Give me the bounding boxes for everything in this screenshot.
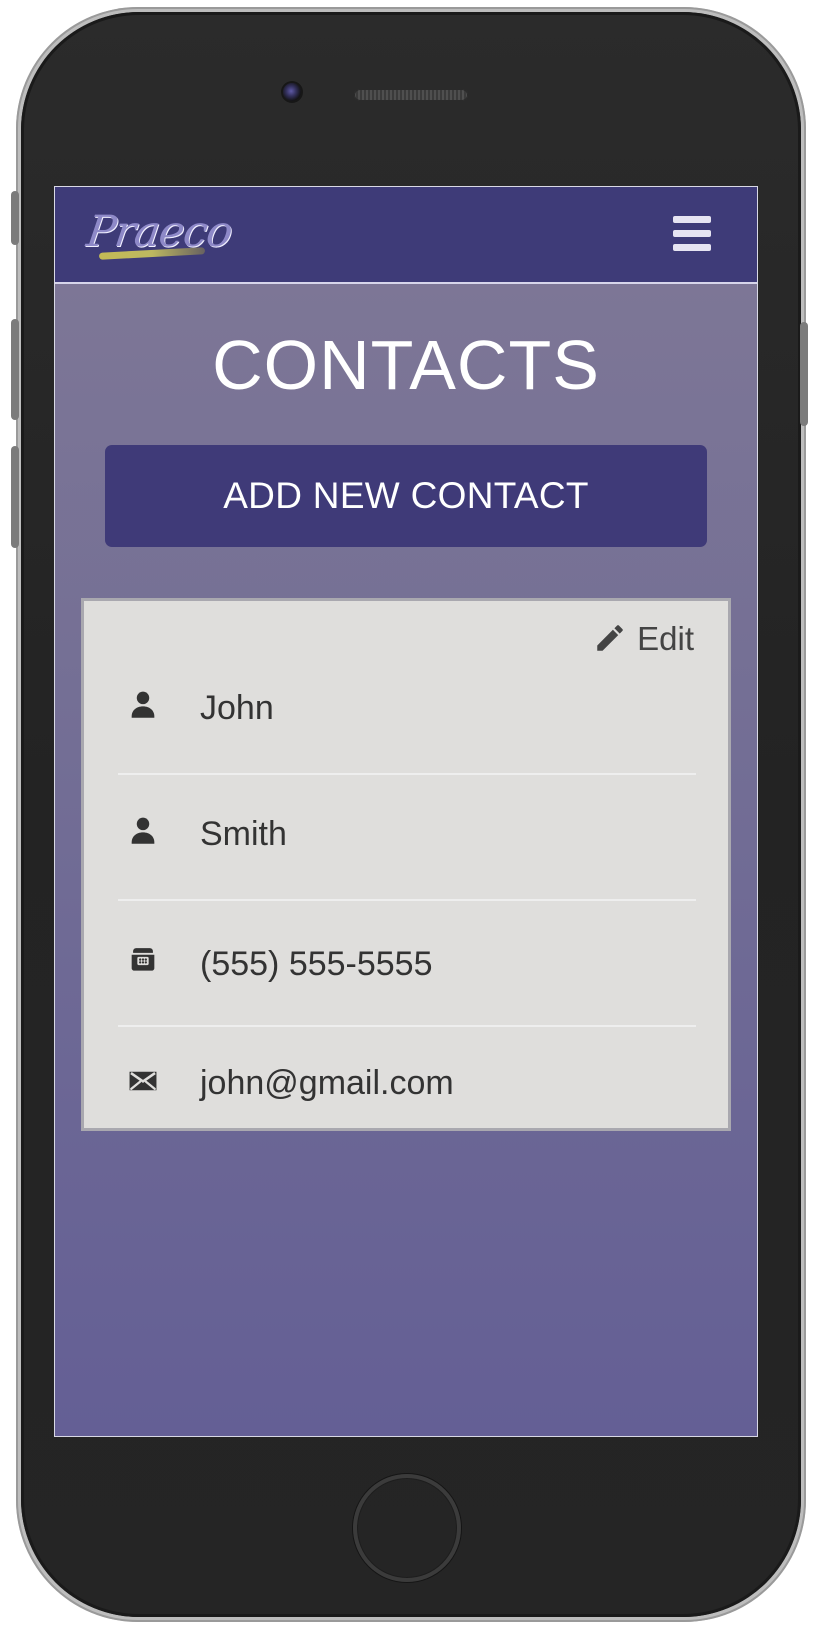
top-navbar: Praeco [55, 187, 757, 284]
menu-icon [673, 230, 711, 237]
logo-text: Praeco [83, 207, 236, 257]
first-name-value: John [200, 689, 274, 727]
phone-icon [131, 948, 155, 971]
phone-value: (555) 555-5555 [200, 945, 433, 983]
volume-button-top [11, 191, 19, 245]
envelope-icon [129, 1071, 157, 1091]
last-name-row: Smith [118, 775, 696, 901]
praeco-logo[interactable]: Praeco [84, 207, 235, 267]
volume-button-middle [11, 319, 19, 420]
power-button [800, 322, 808, 426]
front-camera [283, 83, 301, 101]
home-button[interactable] [353, 1474, 461, 1582]
phone-row: (555) 555-5555 [118, 901, 696, 1027]
contact-card: Edit John Smith (555) 555-5555 john@gmai… [81, 598, 731, 1131]
email-value: john@gmail.com [200, 1064, 454, 1102]
last-name-value: Smith [200, 815, 287, 853]
device-stage: Praeco CONTACTS ADD NEW CONTACT Edit Joh… [0, 0, 822, 1638]
menu-icon [673, 244, 711, 251]
user-icon [131, 817, 155, 844]
menu-icon [673, 216, 711, 223]
volume-button-bottom [11, 446, 19, 548]
user-icon [131, 691, 155, 718]
email-row: john@gmail.com [118, 1027, 696, 1122]
phone-screen: Praeco CONTACTS ADD NEW CONTACT Edit Joh… [54, 186, 758, 1437]
speaker-grille [354, 89, 468, 101]
page-title: CONTACTS [212, 326, 600, 404]
first-name-row: John [118, 649, 696, 775]
add-new-contact-button[interactable]: ADD NEW CONTACT [105, 445, 707, 547]
menu-button[interactable] [673, 216, 711, 254]
